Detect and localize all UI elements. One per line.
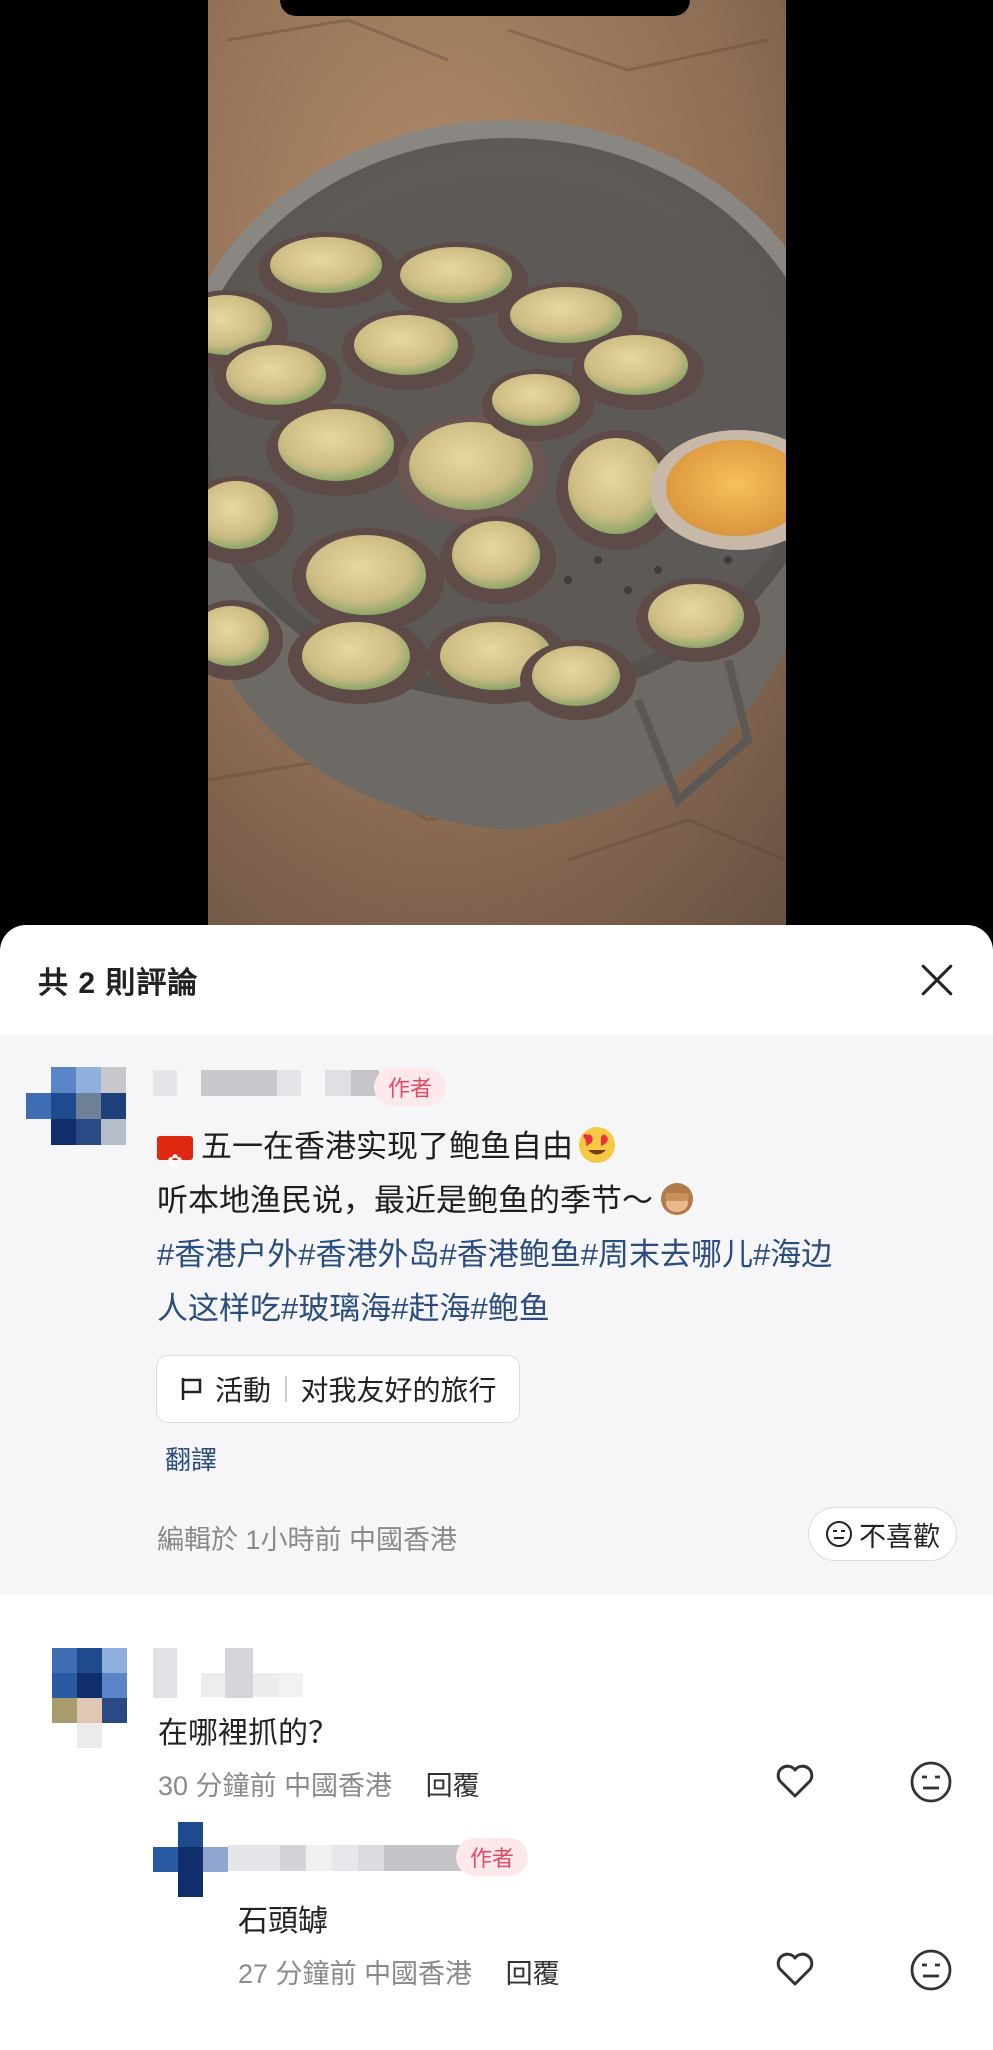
author-name-redacted[interactable]: [153, 1070, 379, 1096]
flag-icon: [181, 1378, 202, 1400]
post-meta: 編輯於 1小時前 中國香港: [157, 1525, 458, 1555]
author-avatar[interactable]: [26, 1067, 126, 1145]
event-chip[interactable]: 活動 对我友好的旅行: [156, 1355, 520, 1423]
media-viewer[interactable]: [0, 0, 993, 930]
sheet-header: 共 2 則評論: [0, 925, 993, 1035]
dislike-label: 不喜歡: [859, 1521, 940, 1552]
abalone-pot-illustration: [208, 0, 786, 925]
heart-icon[interactable]: [772, 1946, 818, 1992]
comment-count-title: 共 2 則評論: [38, 967, 199, 1000]
hashtags-line-1[interactable]: #香港户外#香港外岛#香港鲍鱼#周末去哪儿#海边: [157, 1228, 937, 1282]
reply-time: 27 分鐘前: [238, 1959, 357, 1989]
author-badge: 作者: [374, 1068, 447, 1106]
comment-time: 30 分鐘前: [158, 1771, 277, 1801]
post-line-2: 听本地渔民说，最近是鲍鱼的季节～: [157, 1174, 937, 1228]
see-no-evil-monkey-icon: [661, 1183, 693, 1215]
dislike-button[interactable]: 不喜歡: [808, 1507, 957, 1561]
heart-icon[interactable]: [772, 1758, 818, 1804]
meh-face-icon[interactable]: [908, 1947, 954, 1993]
comment-location: 中國香港: [284, 1771, 393, 1801]
meh-face-icon[interactable]: [908, 1759, 954, 1805]
reply-author-name-redacted[interactable]: [228, 1845, 462, 1871]
reply-button[interactable]: 回覆: [426, 1771, 480, 1801]
reply-button[interactable]: 回覆: [506, 1959, 560, 1989]
close-icon[interactable]: [917, 960, 957, 1000]
hashtags-line-2[interactable]: 人这样吃#玻璃海#赶海#鲍鱼: [157, 1282, 937, 1336]
commenter-avatar[interactable]: [52, 1648, 128, 1748]
comment-text: 在哪裡抓的？: [158, 1717, 338, 1750]
comment-meta: 30 分鐘前 中國香港 回覆: [158, 1764, 480, 1803]
heart-eyes-emoji-icon: [579, 1127, 615, 1163]
author-badge: 作者: [456, 1838, 529, 1876]
reply-author-avatar[interactable]: [153, 1822, 228, 1897]
commenter-name-redacted[interactable]: [153, 1648, 303, 1698]
post-body: 五一在香港实现了鲍鱼自由 听本地渔民说，最近是鲍鱼的季节～ #香港户外#香港外岛…: [157, 1120, 937, 1336]
reply-text: 石頭罅: [238, 1905, 328, 1938]
translate-link[interactable]: 翻譯: [165, 1440, 217, 1477]
hong-kong-flag-icon: [157, 1134, 193, 1188]
reply-meta: 27 分鐘前 中國香港 回覆: [238, 1952, 560, 1991]
phone-notch: [280, 0, 690, 16]
event-label: 活動: [215, 1375, 272, 1406]
reply-location: 中國香港: [364, 1959, 473, 1989]
chip-divider: [285, 1376, 287, 1402]
post-line-1: 五一在香港实现了鲍鱼自由: [157, 1120, 937, 1188]
event-name: 对我友好的旅行: [300, 1375, 497, 1406]
post-photo[interactable]: [208, 0, 786, 925]
meh-face-icon: [826, 1521, 852, 1547]
